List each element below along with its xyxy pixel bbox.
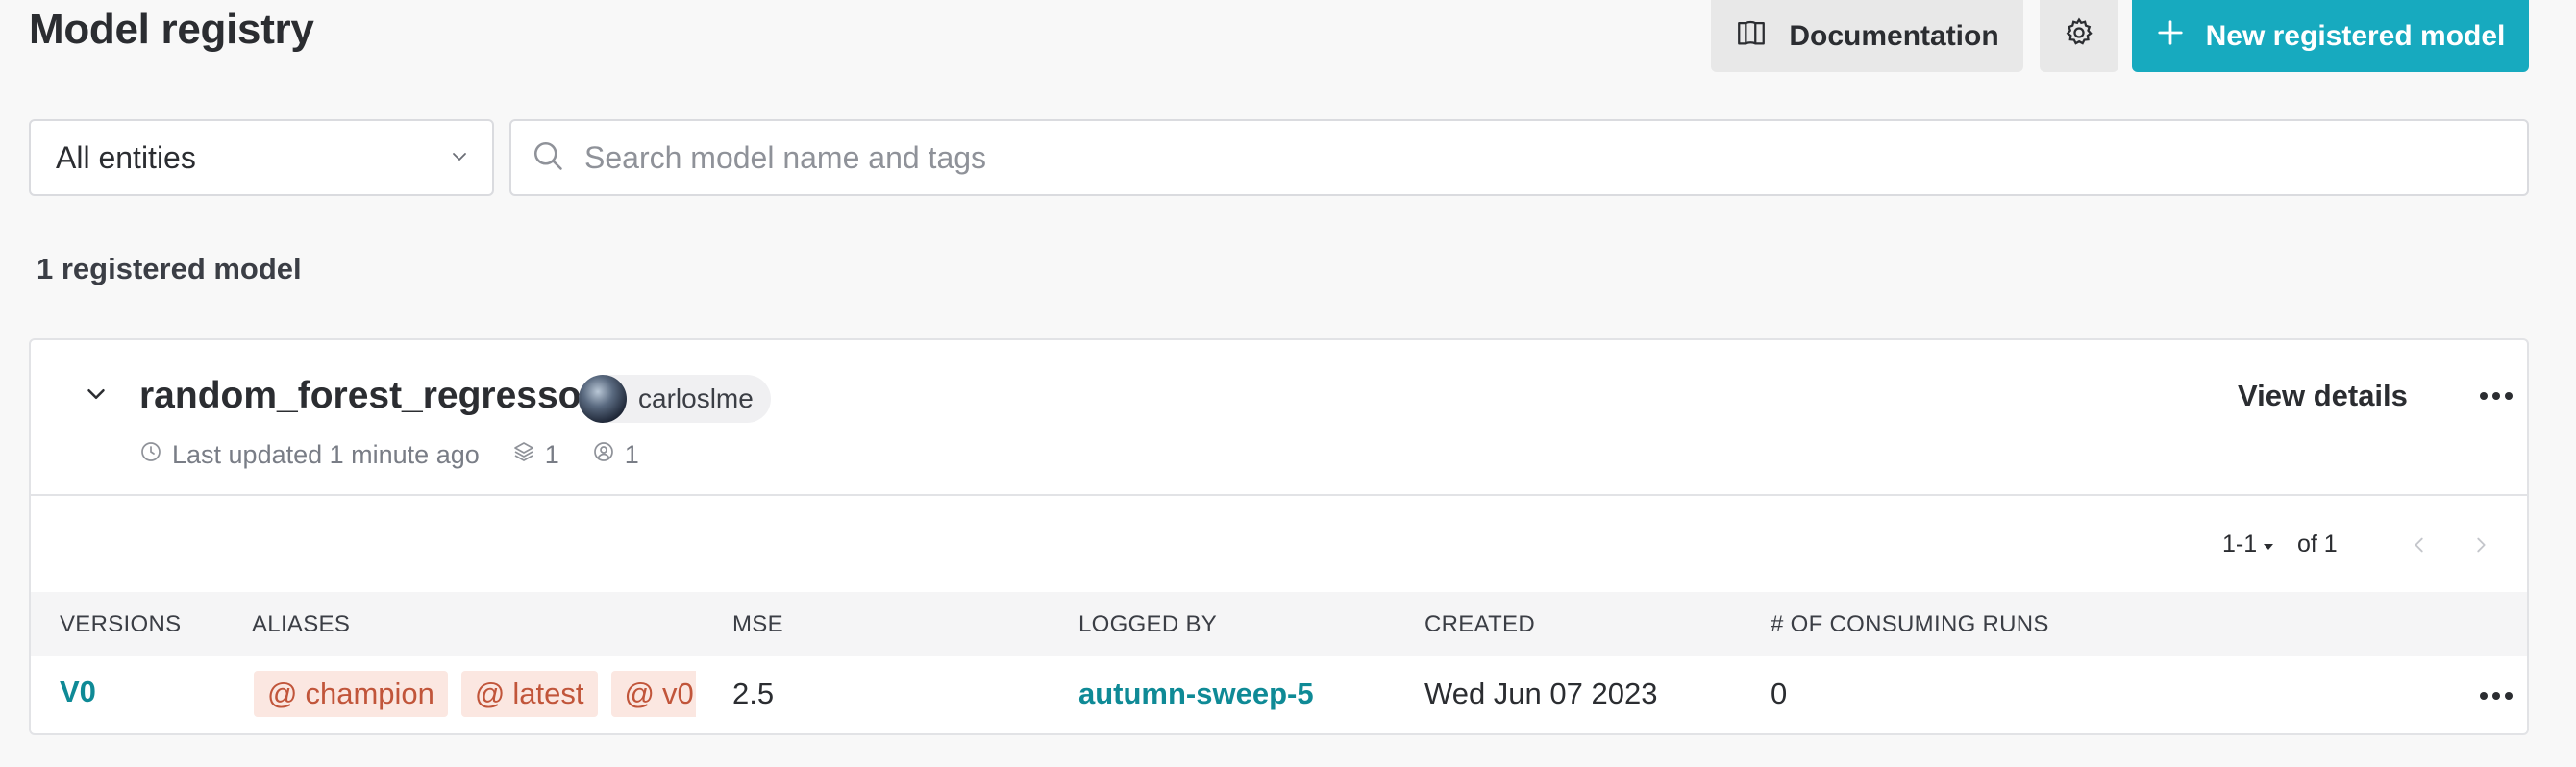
mse-value: 2.5 (732, 677, 775, 710)
table-header: VERSIONS ALIASES MSE LOGGED BY CREATED #… (31, 592, 2527, 656)
prev-page-button[interactable] (2405, 532, 2434, 561)
view-details-link[interactable]: View details (2238, 379, 2408, 413)
pagination: 1-1 of 1 (31, 531, 2527, 579)
chevron-down-icon (82, 380, 111, 413)
gear-icon (2063, 16, 2095, 57)
model-card-header: random_forest_regressor carloslme View d… (31, 340, 2527, 496)
alias-tag[interactable]: @ v0 (610, 671, 696, 717)
avatar (579, 375, 627, 423)
column-header-logged-by[interactable]: LOGGED BY (1078, 611, 1217, 638)
consuming-runs-count: 0 (1771, 677, 1788, 710)
last-updated-text: Last updated 1 minute ago (172, 440, 480, 469)
page-range: 1-1 (2222, 531, 2258, 557)
page-size-select[interactable]: 1-1 (2222, 531, 2274, 558)
version-link[interactable]: V0 (60, 675, 96, 709)
next-page-button[interactable] (2466, 532, 2495, 561)
column-header-created[interactable]: CREATED (1424, 611, 1535, 638)
search-input[interactable] (582, 138, 2409, 177)
chevron-down-icon (448, 140, 471, 176)
page-total: of 1 (2297, 531, 2338, 557)
column-header-versions[interactable]: VERSIONS (60, 611, 181, 638)
entity-select[interactable]: All entities (29, 119, 494, 196)
plus-icon (2156, 18, 2185, 55)
at-icon: @ (474, 677, 506, 710)
documentation-label: Documentation (1789, 19, 1999, 52)
entity-select-value: All entities (56, 139, 196, 175)
search-bar[interactable] (509, 119, 2529, 196)
search-icon (531, 138, 565, 178)
page-title: Model registry (29, 6, 314, 53)
at-icon: @ (624, 677, 655, 710)
chevron-right-icon (2470, 534, 2491, 560)
chevron-left-icon (2409, 534, 2430, 560)
versions-count: 1 (544, 440, 559, 469)
documentation-button[interactable]: Documentation (1711, 0, 2023, 72)
model-meta: Last updated 1 minute ago 1 1 (139, 440, 672, 470)
layers-icon (512, 440, 535, 470)
new-registered-model-label: New registered model (2205, 19, 2506, 52)
alias-tag[interactable]: @ champion (254, 671, 448, 717)
user-icon (592, 440, 615, 470)
registered-model-count: 1 registered model (37, 252, 302, 285)
settings-button[interactable] (2040, 0, 2118, 72)
owner-name: carloslme (638, 384, 754, 413)
owner-chip[interactable]: carloslme (579, 375, 771, 423)
collapse-toggle[interactable] (75, 375, 117, 417)
row-more-options-icon[interactable] (2480, 692, 2513, 700)
table-row[interactable]: V0 @ champion @ latest @ v0 2.5 autumn-swee… (31, 657, 2527, 734)
created-date: Wed Jun 07 2023 (1424, 677, 1658, 710)
clock-icon (139, 440, 162, 470)
alias-tag[interactable]: @ latest (460, 671, 598, 717)
users-count: 1 (624, 440, 639, 469)
more-options-icon[interactable] (2480, 392, 2513, 400)
aliases-cell: @ champion @ latest @ v0 (254, 671, 696, 721)
caret-down-icon (2263, 531, 2274, 558)
column-header-consuming-runs[interactable]: # OF CONSUMING RUNS (1771, 611, 2049, 638)
logged-by-link[interactable]: autumn-sweep-5 (1078, 677, 1314, 711)
at-icon: @ (267, 677, 298, 710)
book-icon (1735, 16, 1768, 57)
column-header-mse[interactable]: MSE (732, 611, 783, 638)
column-header-aliases[interactable]: ALIASES (252, 611, 350, 638)
model-name[interactable]: random_forest_regressor (139, 375, 596, 417)
model-card: random_forest_regressor carloslme View d… (29, 338, 2529, 735)
new-registered-model-button[interactable]: New registered model (2132, 0, 2529, 72)
